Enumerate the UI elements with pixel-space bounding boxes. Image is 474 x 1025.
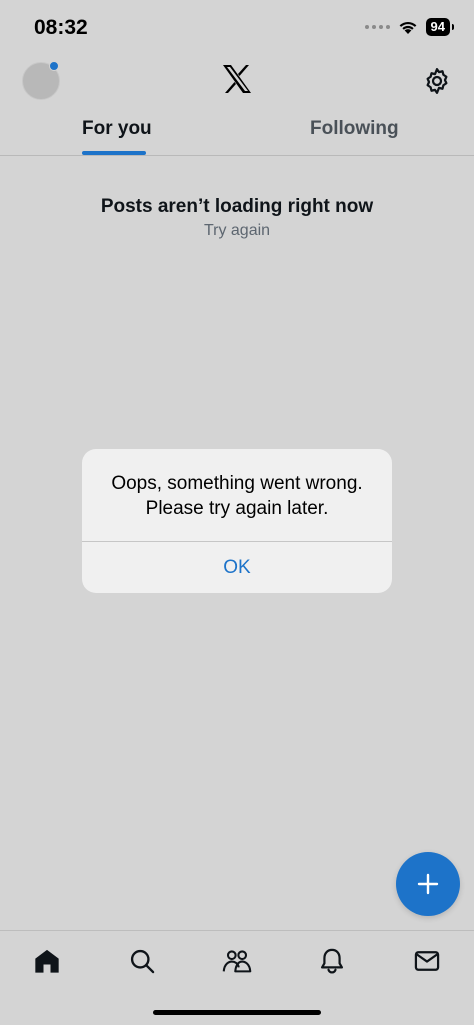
battery-icon: 94: [425, 18, 455, 36]
nav-messages[interactable]: [411, 945, 443, 977]
tab-following[interactable]: Following: [310, 118, 399, 140]
gear-icon[interactable]: [422, 66, 452, 96]
error-alert-dialog: Oops, something went wrong. Please try a…: [82, 449, 392, 593]
nav-communities[interactable]: [221, 945, 253, 977]
try-again-link[interactable]: Try again: [0, 222, 474, 240]
compose-post-button[interactable]: [396, 852, 460, 916]
plus-icon: [417, 873, 439, 895]
home-indicator: [153, 1010, 321, 1015]
nav-search[interactable]: [126, 945, 158, 977]
search-icon: [130, 949, 155, 974]
timeline-tabs: For you Following: [0, 108, 474, 156]
communities-icon: [222, 950, 252, 973]
status-time: 08:32: [34, 16, 88, 39]
nav-home[interactable]: [31, 945, 63, 977]
mail-icon: [414, 951, 440, 971]
alert-message: Oops, something went wrong. Please try a…: [82, 449, 392, 542]
x-logo-icon: [223, 65, 251, 93]
bell-icon: [320, 948, 344, 974]
alert-ok-button[interactable]: OK: [82, 542, 392, 593]
wifi-icon: [399, 21, 416, 34]
tab-for-you[interactable]: For you: [82, 118, 152, 140]
feed-error-title: Posts aren’t loading right now: [100, 196, 374, 217]
header: For you Following: [0, 56, 474, 156]
feed-error: Posts aren’t loading right now Try again: [0, 196, 474, 240]
avatar-notification-dot: [49, 61, 59, 71]
nav-notifications[interactable]: [316, 945, 348, 977]
status-icons: 94: [364, 18, 455, 36]
active-tab-indicator: [82, 151, 146, 155]
status-bar: 08:32 94: [0, 0, 474, 56]
signal-dots-icon: [364, 25, 390, 29]
home-icon: [35, 949, 59, 973]
